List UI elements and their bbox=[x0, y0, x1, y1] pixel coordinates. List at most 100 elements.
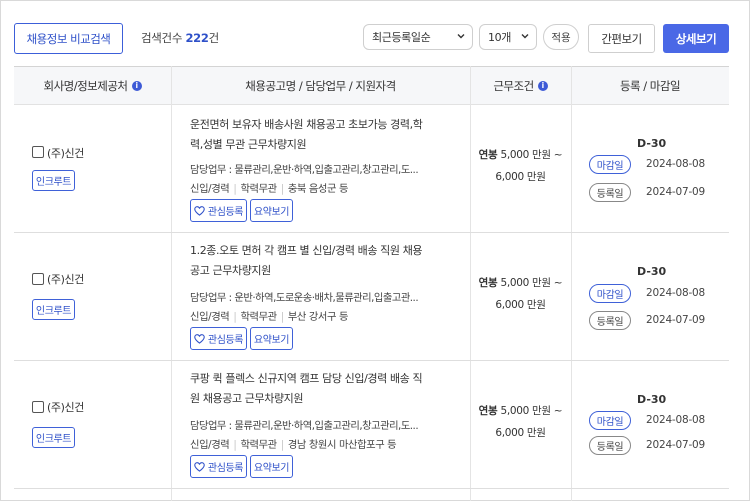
salary-range-line: 연봉 5,000 만원 ~ bbox=[470, 144, 571, 166]
salary-info: 연봉 5,000 만원 ~ 6,000 만원 bbox=[470, 272, 571, 316]
dday-badge: D-30 bbox=[637, 137, 667, 150]
favorite-label: 관심등록 bbox=[207, 463, 244, 474]
dday-badge: D-30 bbox=[637, 265, 667, 278]
salary-range: 5,000 만원 ~ bbox=[500, 277, 563, 289]
favorite-button[interactable]: 관심등록 bbox=[190, 199, 247, 222]
sort-select-value: 최근등록일순 bbox=[372, 31, 431, 44]
job-qualifications: 신입/경력 | 학력무관 | 경남 창원시 마산합포구 등 bbox=[190, 436, 397, 451]
apply-button[interactable]: 적용 bbox=[543, 24, 579, 50]
header-conditions: 근무조건 i bbox=[470, 67, 571, 105]
register-date: 2024-07-09 bbox=[646, 186, 706, 198]
favorite-button[interactable]: 관심등록 bbox=[190, 455, 247, 478]
job-title-link[interactable]: 운전면허 보유자 배송사원 채용공고 초보가능 경력,학력,성별 무관 근무차량… bbox=[190, 115, 426, 155]
divider: | bbox=[233, 183, 237, 195]
header-dates: 등록 / 마감일 bbox=[571, 67, 729, 105]
divider: | bbox=[280, 183, 284, 195]
header-job: 채용공고명 / 담당업무 / 지원자격 bbox=[171, 67, 470, 105]
divider: | bbox=[280, 311, 284, 323]
chevron-down-icon bbox=[521, 34, 529, 39]
source-badge[interactable]: 인크루트 bbox=[32, 299, 75, 320]
company-name[interactable]: (주)신건 bbox=[47, 399, 84, 415]
summary-button[interactable]: 요약보기 bbox=[250, 199, 293, 222]
salary-label: 연봉 bbox=[478, 149, 498, 161]
salary-max: 6,000 만원 bbox=[495, 427, 546, 439]
register-date-pill: 등록일 bbox=[589, 311, 631, 330]
close-date: 2024-08-08 bbox=[646, 287, 706, 299]
header-dates-label: 등록 / 마감일 bbox=[619, 79, 681, 93]
education-text: 학력무관 bbox=[240, 439, 277, 451]
page-size-select[interactable]: 10개 bbox=[479, 24, 537, 50]
location-text: 경남 창원시 마산합포구 등 bbox=[287, 439, 397, 451]
close-date: 2024-08-08 bbox=[646, 158, 706, 170]
summary-button[interactable]: 요약보기 bbox=[250, 327, 293, 350]
job-title-link[interactable]: 쿠팡 퀵 플렉스 신규지역 캠프 담당 신입/경력 배송 직원 채용공고 근무차… bbox=[190, 369, 426, 409]
chevron-down-icon bbox=[457, 34, 465, 39]
job-title-link[interactable]: 1.2종.오토 면허 각 캠프 별 신입/경력 배송 직원 채용 공고 근무차량… bbox=[190, 241, 426, 281]
simple-view-button[interactable]: 간편보기 bbox=[588, 24, 655, 53]
header-job-label: 채용공고명 / 담당업무 / 지원자격 bbox=[245, 79, 396, 93]
search-count-value: 222 bbox=[185, 31, 209, 45]
salary-label: 연봉 bbox=[478, 277, 498, 289]
career-text: 신입/경력 bbox=[190, 183, 230, 195]
divider: | bbox=[233, 439, 237, 451]
divider: | bbox=[280, 439, 284, 451]
close-date-pill: 마감일 bbox=[589, 411, 631, 430]
sort-select[interactable]: 최근등록일순 bbox=[363, 24, 473, 50]
company-name[interactable]: (주)신건 bbox=[47, 145, 84, 161]
salary-range-line: 연봉 5,000 만원 ~ bbox=[470, 272, 571, 294]
page-size-select-value: 10개 bbox=[488, 31, 511, 44]
favorite-label: 관심등록 bbox=[207, 335, 244, 346]
info-icon[interactable]: i bbox=[131, 81, 142, 91]
table-row: (주)신건 인크루트 운전면허 보유자 배송사원 채용공고 초보가능 경력,학력… bbox=[14, 105, 729, 233]
table-row: (주)신건 인크루트 쿠팡 퀵 플렉스 신규지역 캠프 담당 신입/경력 배송 … bbox=[14, 361, 729, 489]
favorite-label: 관심등록 bbox=[207, 207, 244, 218]
close-date-pill: 마감일 bbox=[589, 284, 631, 303]
row-checkbox[interactable] bbox=[32, 273, 44, 285]
register-date-pill: 등록일 bbox=[589, 436, 631, 455]
table-header: 회사명/정보제공처 i 채용공고명 / 담당업무 / 지원자격 근무조건 i 등… bbox=[14, 66, 729, 105]
info-icon[interactable]: i bbox=[537, 81, 548, 91]
header-company-label: 회사명/정보제공처 bbox=[43, 79, 128, 93]
register-date: 2024-07-09 bbox=[646, 439, 706, 451]
location-text: 부산 강서구 등 bbox=[287, 311, 349, 323]
job-duty: 담당업무 : 물류관리,운반·하역,입출고관리,창고관리,도... bbox=[190, 164, 419, 176]
job-duty: 담당업무 : 물류관리,운반·하역,입출고관리,창고관리,도... bbox=[190, 420, 419, 432]
row-checkbox[interactable] bbox=[32, 401, 44, 413]
header-company: 회사명/정보제공처 i bbox=[14, 67, 171, 105]
company-name[interactable]: (주)신건 bbox=[47, 271, 84, 287]
salary-max: 6,000 만원 bbox=[495, 299, 546, 311]
salary-max: 6,000 만원 bbox=[495, 171, 546, 183]
source-badge[interactable]: 인크루트 bbox=[32, 427, 75, 448]
salary-info: 연봉 5,000 만원 ~ 6,000 만원 bbox=[470, 144, 571, 188]
table-row: (주)신건 인크루트 1.2종.오토 면허 각 캠프 별 신입/경력 배송 직원… bbox=[14, 233, 729, 361]
favorite-button[interactable]: 관심등록 bbox=[190, 327, 247, 350]
salary-range: 5,000 만원 ~ bbox=[500, 405, 563, 417]
search-count-label: 검색건수 bbox=[141, 31, 183, 45]
heart-icon bbox=[194, 461, 205, 472]
divider: | bbox=[233, 311, 237, 323]
location-text: 충북 음성군 등 bbox=[287, 183, 349, 195]
career-text: 신입/경력 bbox=[190, 439, 230, 451]
search-count-unit: 건 bbox=[208, 31, 220, 45]
register-date: 2024-07-09 bbox=[646, 314, 706, 326]
career-text: 신입/경력 bbox=[190, 311, 230, 323]
salary-label: 연봉 bbox=[478, 405, 498, 417]
search-count: 검색건수 222건 bbox=[141, 30, 219, 46]
salary-range-line: 연봉 5,000 만원 ~ bbox=[470, 400, 571, 422]
summary-button[interactable]: 요약보기 bbox=[250, 455, 293, 478]
heart-icon bbox=[194, 333, 205, 344]
job-qualifications: 신입/경력 | 학력무관 | 충북 음성군 등 bbox=[190, 180, 348, 195]
close-date-pill: 마감일 bbox=[589, 155, 631, 174]
job-qualifications: 신입/경력 | 학력무관 | 부산 강서구 등 bbox=[190, 308, 348, 323]
salary-info: 연봉 5,000 만원 ~ 6,000 만원 bbox=[470, 400, 571, 444]
dday-badge: D-30 bbox=[637, 393, 667, 406]
detail-view-button[interactable]: 상세보기 bbox=[663, 24, 729, 53]
compare-search-button[interactable]: 채용정보 비교검색 bbox=[14, 23, 123, 54]
job-duty: 담당업무 : 운반·하역,도로운송·배차,물류관리,입출고관... bbox=[190, 292, 419, 304]
source-badge[interactable]: 인크루트 bbox=[32, 170, 75, 191]
toolbar: 채용정보 비교검색 검색건수 222건 최근등록일순 10개 적용 간편보기 상… bbox=[0, 0, 750, 66]
register-date-pill: 등록일 bbox=[589, 183, 631, 202]
row-checkbox[interactable] bbox=[32, 146, 44, 158]
header-conditions-label: 근무조건 bbox=[493, 79, 534, 93]
salary-range: 5,000 만원 ~ bbox=[500, 149, 563, 161]
